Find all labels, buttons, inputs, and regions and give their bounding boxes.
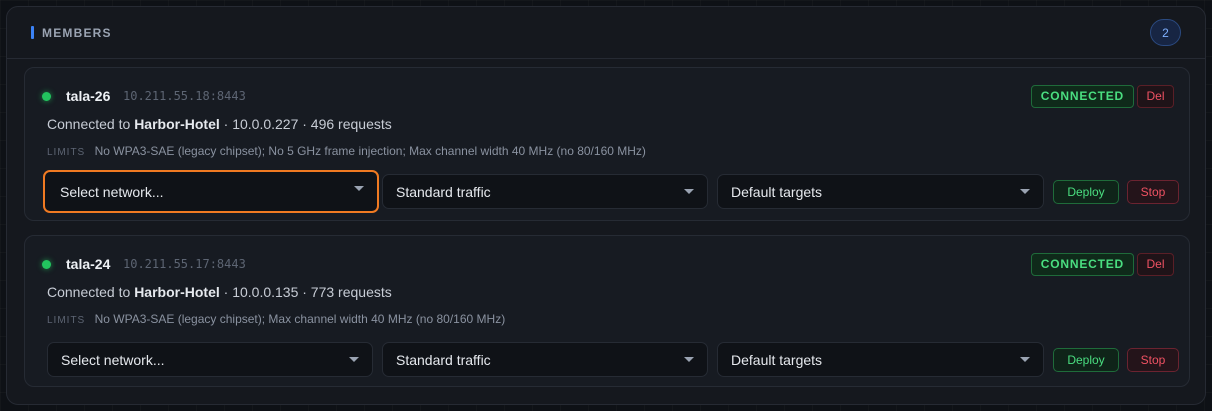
panel-title-text: MEMBERS xyxy=(42,25,112,40)
limits-info: LIMITS No WPA3-SAE (legacy chipset); No … xyxy=(47,144,646,158)
stop-button[interactable]: Stop xyxy=(1127,180,1179,204)
traffic-select-value: Standard traffic xyxy=(396,183,491,200)
deploy-button[interactable]: Deploy xyxy=(1053,180,1119,204)
member-controls: Select network... Standard traffic Defau… xyxy=(47,342,1179,378)
connection-status-badge: CONNECTED xyxy=(1030,252,1134,276)
chevron-down-icon xyxy=(684,189,694,194)
connection-details: · 10.0.0.227 · 496 requests xyxy=(223,116,392,132)
chevron-down-icon xyxy=(354,186,364,191)
connection-details: · 10.0.0.135 · 773 requests xyxy=(223,284,392,300)
deploy-button[interactable]: Deploy xyxy=(1053,348,1119,372)
limits-label: LIMITS xyxy=(47,315,86,326)
limits-text: No WPA3-SAE (legacy chipset); No 5 GHz f… xyxy=(94,144,646,158)
chevron-down-icon xyxy=(684,357,694,362)
traffic-select[interactable]: Standard traffic xyxy=(382,174,708,209)
network-select-value: Select network... xyxy=(60,183,164,200)
status-dot-icon xyxy=(42,259,51,269)
connection-status-badge: CONNECTED xyxy=(1030,84,1134,108)
member-address: 10.211.55.18:8443 xyxy=(123,89,246,103)
panel-title: MEMBERS xyxy=(31,26,112,40)
member-header: tala-24 10.211.55.17:8443 CONNECTED Del xyxy=(25,252,1189,276)
connection-info: Connected to Harbor-Hotel · 10.0.0.135 ·… xyxy=(47,284,392,300)
member-card: tala-24 10.211.55.17:8443 CONNECTED Del … xyxy=(24,235,1190,387)
delete-member-button[interactable]: Del xyxy=(1137,84,1174,108)
targets-select[interactable]: Default targets xyxy=(717,174,1044,209)
status-dot-icon xyxy=(42,91,51,101)
limits-text: No WPA3-SAE (legacy chipset); Max channe… xyxy=(94,312,506,326)
connected-prefix: Connected to xyxy=(47,284,131,300)
chevron-down-icon xyxy=(1020,189,1030,194)
targets-select-value: Default targets xyxy=(731,183,823,200)
delete-member-button[interactable]: Del xyxy=(1137,252,1174,276)
member-count-badge: 2 xyxy=(1150,19,1181,46)
connected-prefix: Connected to xyxy=(47,116,131,132)
traffic-select-value: Standard traffic xyxy=(396,351,491,368)
limits-info: LIMITS No WPA3-SAE (legacy chipset); Max… xyxy=(47,312,505,326)
targets-select[interactable]: Default targets xyxy=(717,342,1044,377)
stop-button[interactable]: Stop xyxy=(1127,348,1179,372)
members-panel: MEMBERS 2 tala-26 10.211.55.18:8443 CONN… xyxy=(6,6,1206,405)
member-controls: Select network... Standard traffic Defau… xyxy=(43,170,1179,213)
network-select-value: Select network... xyxy=(61,351,165,368)
chevron-down-icon xyxy=(1020,357,1030,362)
chevron-down-icon xyxy=(349,357,359,362)
network-select[interactable]: Select network... xyxy=(43,170,379,213)
limits-label: LIMITS xyxy=(47,147,86,158)
member-name: tala-26 xyxy=(66,88,111,104)
network-select[interactable]: Select network... xyxy=(47,342,373,377)
accent-bar xyxy=(31,26,34,39)
network-name: Harbor-Hotel xyxy=(134,284,220,300)
member-header: tala-26 10.211.55.18:8443 CONNECTED Del xyxy=(25,84,1189,108)
traffic-select[interactable]: Standard traffic xyxy=(382,342,708,377)
panel-header: MEMBERS 2 xyxy=(7,7,1205,59)
connection-info: Connected to Harbor-Hotel · 10.0.0.227 ·… xyxy=(47,116,392,132)
member-address: 10.211.55.17:8443 xyxy=(123,257,246,271)
member-name: tala-24 xyxy=(66,256,111,272)
network-name: Harbor-Hotel xyxy=(134,116,220,132)
targets-select-value: Default targets xyxy=(731,351,823,368)
member-card: tala-26 10.211.55.18:8443 CONNECTED Del … xyxy=(24,67,1190,221)
